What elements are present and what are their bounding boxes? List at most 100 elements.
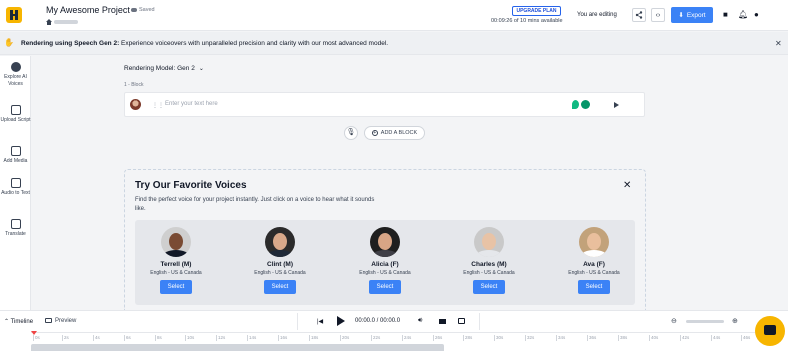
voice-name: Alicia (F): [371, 261, 399, 268]
voice-avatar: [579, 227, 609, 257]
voice-name: Clint (M): [267, 261, 293, 268]
bell-icon[interactable]: 🔔︎: [738, 10, 748, 19]
close-icon[interactable]: ✕: [775, 39, 782, 48]
location-icon[interactable]: [572, 100, 579, 109]
chat-bubble-icon: [764, 325, 776, 335]
drag-handle-icon[interactable]: ⋮⋮: [152, 102, 164, 109]
code-icon: ‹›: [655, 11, 661, 19]
audio-to-text-icon: [10, 178, 21, 188]
media-icon: [10, 146, 21, 156]
logo-icon[interactable]: [6, 7, 22, 23]
sidebar-item-upload-script[interactable]: Upload Script: [0, 105, 31, 124]
ruler-tick: 36s: [587, 335, 597, 341]
timeline-track[interactable]: [31, 344, 444, 351]
ruler-tick: 22s: [371, 335, 381, 341]
skip-back-icon[interactable]: |◀: [317, 318, 323, 325]
chevron-up-icon: ⌃: [4, 319, 10, 325]
playhead[interactable]: [31, 331, 37, 335]
subtitles-icon[interactable]: [458, 318, 465, 324]
zoom-in-icon[interactable]: ⊕: [732, 317, 738, 325]
voice-name: Charles (M): [471, 261, 507, 268]
banner-body-text: Experience voiceovers with unparalleled …: [119, 40, 389, 47]
ruler-tick: 16s: [278, 335, 288, 341]
select-voice-button[interactable]: Select: [369, 280, 401, 294]
sidebar-item-add-media[interactable]: Add Media: [0, 146, 31, 165]
select-voice-button[interactable]: Select: [473, 280, 505, 294]
help-icon[interactable]: ●: [754, 10, 759, 19]
voice-accent: English - US & Canada: [568, 270, 620, 276]
ruler-tick: 40s: [649, 335, 659, 341]
sidebar-item-label: Translate: [5, 231, 26, 237]
ruler-tick: 20s: [340, 335, 350, 341]
ruler-tick: 8s: [155, 335, 162, 341]
sidebar-item-explore-voices[interactable]: Explore AI Voices: [0, 62, 31, 87]
microphone-button[interactable]: 🎙︎: [344, 126, 358, 140]
add-block-label: ADD A BLOCK: [380, 130, 418, 136]
ruler-tick: 24s: [402, 335, 412, 341]
select-voice-button[interactable]: Select: [160, 280, 192, 294]
voice-accent: English - US & Canada: [359, 270, 411, 276]
sidebar-item-audio-to-text[interactable]: Audio to Text: [0, 178, 31, 197]
app-header: My Awesome Project Saved UPGRADE PLAN 00…: [0, 0, 788, 31]
chat-icon[interactable]: ■: [723, 10, 728, 19]
model-selector[interactable]: Rendering Model: Gen 2 ⌄: [124, 65, 204, 72]
editing-status: You are editing: [577, 12, 617, 18]
zoom-slider[interactable]: [686, 320, 724, 323]
share-button[interactable]: [632, 8, 646, 22]
select-voice-button[interactable]: Select: [264, 280, 296, 294]
voice-card[interactable]: Terrell (M) English - US & Canada Select: [141, 227, 211, 294]
play-icon[interactable]: [337, 316, 345, 326]
voice-avatar: [161, 227, 191, 257]
close-panel-icon[interactable]: ✕: [623, 180, 631, 191]
sidebar-item-label: Upload Script: [0, 117, 31, 123]
grammarly-icon[interactable]: [581, 100, 590, 109]
project-title[interactable]: My Awesome Project: [46, 5, 130, 15]
export-button[interactable]: ⬇ Export: [671, 7, 713, 23]
volume-icon[interactable]: 🔊︎: [418, 317, 422, 325]
ruler-tick: 30s: [494, 335, 504, 341]
home-icon[interactable]: [46, 19, 52, 25]
ruler-tick: 42s: [680, 335, 690, 341]
ruler-tick: 12s: [216, 335, 226, 341]
ruler-tick: 4s: [93, 335, 100, 341]
ruler-tick: 14s: [247, 335, 257, 341]
voice-card[interactable]: Charles (M) English - US & Canada Select: [454, 227, 524, 294]
preview-label: Preview: [55, 318, 77, 325]
select-voice-button[interactable]: Select: [578, 280, 610, 294]
export-label: Export: [686, 11, 706, 19]
play-block-icon[interactable]: [614, 102, 619, 108]
chevron-down-icon: ⌄: [198, 66, 204, 72]
timeline-ruler[interactable]: 0s 2s 4s 6s 8s 10s 12s 14s 16s 18s 20s 2…: [31, 332, 761, 343]
monitor-icon: [45, 318, 52, 323]
timeline-bar: ⌃ Timeline Preview |◀ 00:00.0 / 00:00.0 …: [0, 310, 788, 351]
clapper-icon[interactable]: [439, 319, 446, 324]
ruler-tick: 0s: [33, 335, 40, 341]
share-icon: [635, 11, 643, 19]
zoom-out-icon[interactable]: ⊖: [671, 317, 677, 325]
voice-avatar: [370, 227, 400, 257]
upload-icon: [10, 105, 21, 115]
upgrade-plan-button[interactable]: UPGRADE PLAN: [512, 6, 561, 16]
add-block-button[interactable]: + ADD A BLOCK: [364, 126, 425, 140]
ruler-tick: 18s: [309, 335, 319, 341]
voice-card[interactable]: Ava (F) English - US & Canada Select: [559, 227, 629, 294]
embed-button[interactable]: ‹›: [651, 8, 665, 22]
voice-avatar[interactable]: [130, 99, 141, 110]
plus-icon: +: [371, 129, 378, 136]
voice-accent: English - US & Canada: [254, 270, 306, 276]
ruler-tick: 44s: [711, 335, 721, 341]
voice-name: Ava (F): [583, 261, 605, 268]
timeline-toggle[interactable]: ⌃ Timeline: [4, 318, 33, 325]
support-chat-button[interactable]: [755, 316, 785, 346]
avatar-icon: [10, 62, 21, 72]
voice-card[interactable]: Clint (M) English - US & Canada Select: [245, 227, 315, 294]
time-display: 00:00.0 / 00:00.0: [355, 318, 401, 324]
sidebar-item-translate[interactable]: Translate: [0, 219, 31, 238]
ruler-tick: 26s: [433, 335, 443, 341]
ruler-tick: 46s: [741, 335, 751, 341]
text-input[interactable]: Enter your text here: [165, 101, 218, 107]
sidebar-item-label: Audio to Text: [1, 190, 30, 196]
preview-button[interactable]: Preview: [45, 318, 76, 324]
breadcrumb[interactable]: [54, 20, 78, 24]
voice-card[interactable]: Alicia (F) English - US & Canada Select: [350, 227, 420, 294]
